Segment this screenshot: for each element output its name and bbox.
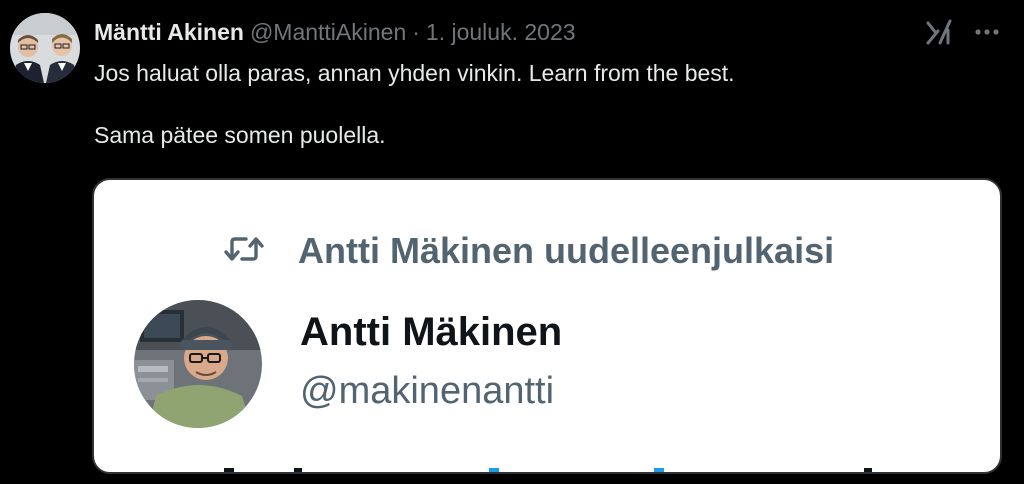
- author-display-name[interactable]: Mäntti Akinen: [94, 19, 244, 46]
- separator-dot: ·: [412, 18, 420, 45]
- author-handle[interactable]: @ManttiAkinen: [250, 19, 406, 46]
- tweet-header: Mäntti Akinen @ManttiAkinen · 1. jouluk.…: [94, 16, 576, 48]
- repost-indicator: Antti Mäkinen uudelleenjulkaisi: [224, 230, 834, 272]
- repost-label: Antti Mäkinen uudelleenjulkaisi: [298, 230, 835, 271]
- tweet-text-line-1: Jos haluat olla paras, annan yhden vinki…: [94, 60, 735, 86]
- repost-icon: [224, 234, 264, 269]
- attached-image[interactable]: Antti Mäkinen uudelleenjulkaisi Antti Mä…: [92, 178, 1002, 474]
- tweet-card: Mäntti Akinen @ManttiAkinen · 1. jouluk.…: [0, 0, 1024, 484]
- more-icon[interactable]: [974, 28, 1000, 36]
- inner-avatar: [134, 300, 262, 428]
- inner-display-name: Antti Mäkinen: [300, 310, 563, 354]
- author-avatar[interactable]: [10, 13, 80, 83]
- grok-icon[interactable]: [924, 17, 954, 47]
- tweet-text-line-2: Sama pätee somen puolella.: [94, 122, 386, 148]
- tweet-date[interactable]: 1. jouluk. 2023: [426, 19, 576, 46]
- tweet-text: Jos haluat olla paras, annan yhden vinki…: [94, 58, 994, 151]
- inner-handle: @makinenantti: [300, 370, 555, 412]
- cropped-text-remnant: [224, 468, 872, 472]
- header-actions: [924, 14, 1000, 50]
